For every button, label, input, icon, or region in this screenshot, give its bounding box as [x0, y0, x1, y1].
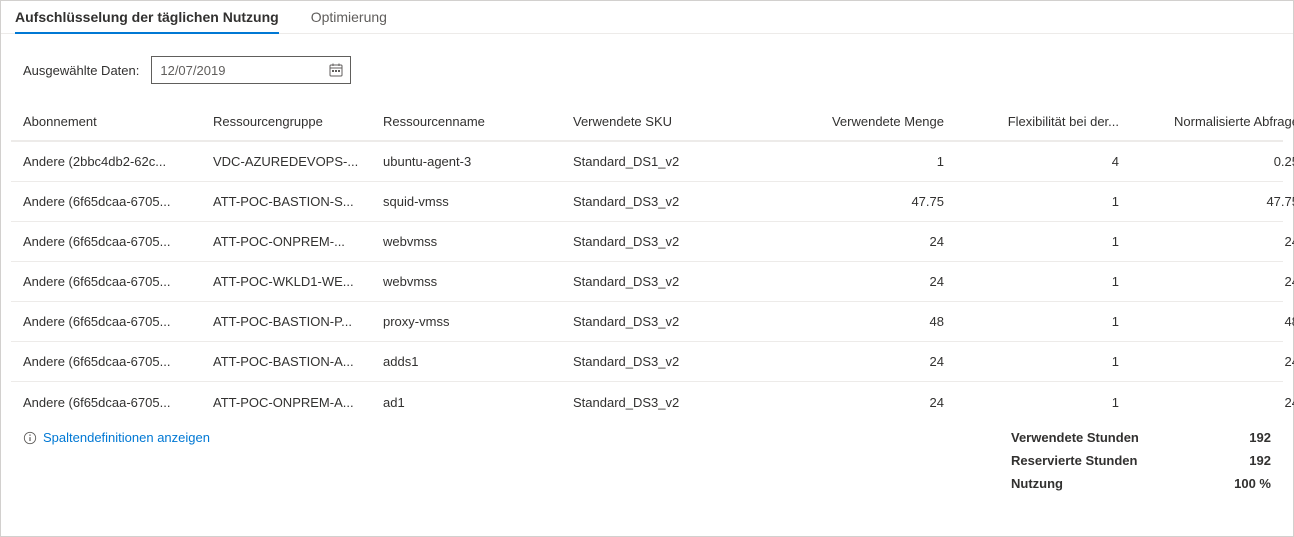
cell-subscription: Andere (6f65dcaa-6705...: [23, 354, 213, 369]
tab-optimization-label: Optimierung: [311, 9, 387, 25]
cell-subscription: Andere (2bbc4db2-62c...: [23, 154, 213, 169]
cell-used-sku: Standard_DS3_v2: [573, 354, 773, 369]
date-selector-row: Ausgewählte Daten: 12/07/2019: [1, 34, 1293, 102]
table-row[interactable]: Andere (6f65dcaa-6705...ATT-POC-BASTION-…: [11, 342, 1283, 382]
cell-used-sku: Standard_DS3_v2: [573, 274, 773, 289]
cell-normalized: 47.75: [1123, 194, 1294, 209]
column-definitions-link-text: Spaltendefinitionen anzeigen: [43, 430, 210, 445]
cell-used-sku: Standard_DS1_v2: [573, 154, 773, 169]
cell-used-qty: 47.75: [773, 194, 948, 209]
cell-normalized: 24: [1123, 354, 1294, 369]
cell-normalized: 24: [1123, 234, 1294, 249]
col-used-sku[interactable]: Verwendete SKU: [573, 114, 773, 129]
cell-used-sku: Standard_DS3_v2: [573, 395, 773, 410]
cell-subscription: Andere (6f65dcaa-6705...: [23, 314, 213, 329]
cell-resource-name: ad1: [383, 395, 573, 410]
cell-normalized: 48: [1123, 314, 1294, 329]
date-input-value: 12/07/2019: [160, 63, 225, 78]
info-icon: [23, 431, 37, 445]
cell-flexibility: 1: [948, 274, 1123, 289]
cell-used-sku: Standard_DS3_v2: [573, 234, 773, 249]
cell-resource-name: webvmss: [383, 274, 573, 289]
cell-flexibility: 4: [948, 154, 1123, 169]
cell-subscription: Andere (6f65dcaa-6705...: [23, 274, 213, 289]
table-row[interactable]: Andere (6f65dcaa-6705...ATT-POC-BASTION-…: [11, 302, 1283, 342]
table-row[interactable]: Andere (6f65dcaa-6705...ATT-POC-ONPREM-.…: [11, 222, 1283, 262]
cell-resource-group: ATT-POC-ONPREM-A...: [213, 395, 383, 410]
cell-flexibility: 1: [948, 395, 1123, 410]
col-flexibility[interactable]: Flexibilität bei der...: [948, 114, 1123, 129]
cell-resource-name: proxy-vmss: [383, 314, 573, 329]
col-resource-name[interactable]: Ressourcenname: [383, 114, 573, 129]
table-row[interactable]: Andere (6f65dcaa-6705...ATT-POC-BASTION-…: [11, 182, 1283, 222]
cell-resource-group: ATT-POC-BASTION-A...: [213, 354, 383, 369]
date-input[interactable]: 12/07/2019: [151, 56, 351, 84]
cell-resource-group: ATT-POC-BASTION-S...: [213, 194, 383, 209]
cell-used-sku: Standard_DS3_v2: [573, 314, 773, 329]
used-hours-value: 192: [1201, 430, 1271, 445]
column-definitions-link[interactable]: Spaltendefinitionen anzeigen: [23, 430, 210, 445]
col-subscription[interactable]: Abonnement: [23, 114, 213, 129]
table-row[interactable]: Andere (6f65dcaa-6705...ATT-POC-ONPREM-A…: [11, 382, 1283, 422]
cell-normalized: 0.25: [1123, 154, 1294, 169]
usage-table: Abonnement Ressourcengruppe Ressourcenna…: [1, 102, 1293, 422]
cell-used-qty: 48: [773, 314, 948, 329]
cell-flexibility: 1: [948, 194, 1123, 209]
table-header-row: Abonnement Ressourcengruppe Ressourcenna…: [11, 102, 1283, 142]
utilization-label: Nutzung: [1011, 476, 1201, 491]
table-footer: Spaltendefinitionen anzeigen Verwendete …: [1, 422, 1293, 491]
date-selector-label: Ausgewählte Daten:: [23, 63, 139, 78]
cell-resource-group: ATT-POC-ONPREM-...: [213, 234, 383, 249]
cell-used-qty: 24: [773, 234, 948, 249]
cell-used-sku: Standard_DS3_v2: [573, 194, 773, 209]
cell-flexibility: 1: [948, 234, 1123, 249]
calendar-icon: [328, 62, 344, 78]
reserved-hours-value: 192: [1201, 453, 1271, 468]
cell-subscription: Andere (6f65dcaa-6705...: [23, 234, 213, 249]
cell-resource-group: ATT-POC-BASTION-P...: [213, 314, 383, 329]
cell-used-qty: 1: [773, 154, 948, 169]
table-row[interactable]: Andere (2bbc4db2-62c...VDC-AZUREDEVOPS-.…: [11, 142, 1283, 182]
col-used-qty[interactable]: Verwendete Menge: [773, 114, 948, 129]
usage-panel: Aufschlüsselung der täglichen Nutzung Op…: [0, 0, 1294, 537]
table-row[interactable]: Andere (6f65dcaa-6705...ATT-POC-WKLD1-WE…: [11, 262, 1283, 302]
cell-resource-name: webvmss: [383, 234, 573, 249]
table-body: Andere (2bbc4db2-62c...VDC-AZUREDEVOPS-.…: [11, 142, 1283, 422]
cell-used-qty: 24: [773, 354, 948, 369]
cell-flexibility: 1: [948, 314, 1123, 329]
cell-resource-name: ubuntu-agent-3: [383, 154, 573, 169]
tab-bar: Aufschlüsselung der täglichen Nutzung Op…: [1, 1, 1293, 34]
cell-normalized: 24: [1123, 395, 1294, 410]
col-normalized[interactable]: Normalisierte Abfrage: [1123, 114, 1294, 129]
cell-resource-group: VDC-AZUREDEVOPS-...: [213, 154, 383, 169]
summary-block: Verwendete Stunden 192 Reservierte Stund…: [1011, 430, 1271, 491]
reserved-hours-label: Reservierte Stunden: [1011, 453, 1201, 468]
used-hours-label: Verwendete Stunden: [1011, 430, 1201, 445]
cell-resource-group: ATT-POC-WKLD1-WE...: [213, 274, 383, 289]
cell-normalized: 24: [1123, 274, 1294, 289]
tab-daily-usage[interactable]: Aufschlüsselung der täglichen Nutzung: [15, 1, 279, 33]
cell-flexibility: 1: [948, 354, 1123, 369]
cell-used-qty: 24: [773, 274, 948, 289]
tab-daily-usage-label: Aufschlüsselung der täglichen Nutzung: [15, 9, 279, 25]
cell-used-qty: 24: [773, 395, 948, 410]
cell-subscription: Andere (6f65dcaa-6705...: [23, 194, 213, 209]
cell-subscription: Andere (6f65dcaa-6705...: [23, 395, 213, 410]
cell-resource-name: squid-vmss: [383, 194, 573, 209]
cell-resource-name: adds1: [383, 354, 573, 369]
tab-optimization[interactable]: Optimierung: [311, 1, 387, 33]
utilization-value: 100 %: [1201, 476, 1271, 491]
col-resource-group[interactable]: Ressourcengruppe: [213, 114, 383, 129]
